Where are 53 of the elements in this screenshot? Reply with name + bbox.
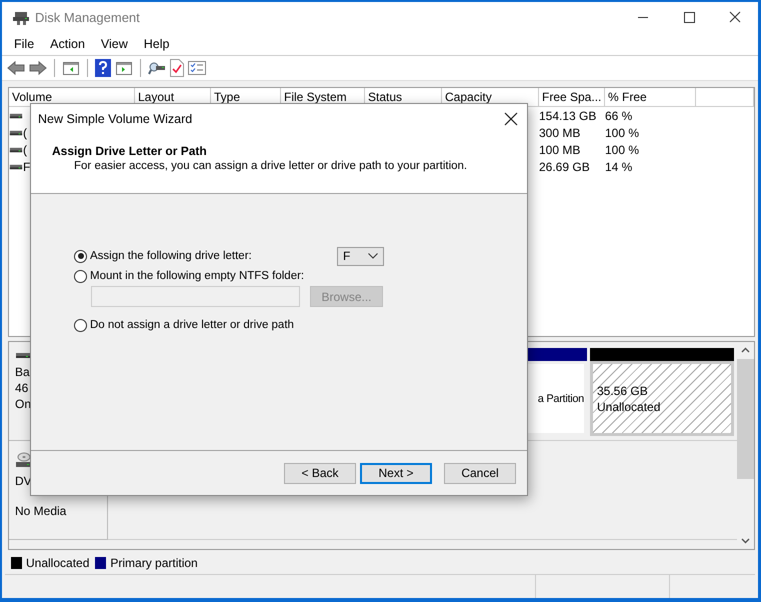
wizard-button[interactable]: Cancel	[444, 462, 516, 484]
drive-icon	[15, 351, 31, 360]
table-cell: 100 MB	[539, 142, 580, 156]
partition-label: Unallocated	[597, 398, 660, 414]
table-cell: 66 %	[605, 108, 632, 122]
table-cell: F	[23, 160, 30, 174]
back-arrow-icon[interactable]	[7, 60, 25, 76]
wizard-button[interactable]: < Back	[284, 462, 356, 484]
column-header[interactable]: % Free	[605, 88, 696, 106]
drive-letter-dropdown[interactable]: F	[337, 246, 384, 266]
table-cell: 300 MB	[539, 126, 580, 140]
drive-icon	[9, 112, 23, 120]
dialog-title: New Simple Volume Wizard	[38, 112, 194, 126]
table-cell: 154.13 GB	[539, 108, 596, 122]
legend-label: Primary partition	[110, 556, 198, 570]
radio-option[interactable]: Do not assign a drive letter or drive path	[74, 318, 337, 332]
disk-label: Ba	[15, 364, 31, 380]
menu-item[interactable]: Help	[136, 37, 178, 51]
window-title: Disk Management	[35, 10, 141, 25]
drive-icon	[9, 146, 23, 154]
table-cell: 100 %	[605, 142, 640, 156]
table-cell: 26.69 GB	[539, 160, 590, 174]
help-icon[interactable]	[95, 59, 111, 77]
table-cell: (	[23, 142, 27, 156]
partition-label: 35.56 GB	[597, 382, 648, 398]
menu-item[interactable]: View	[92, 37, 136, 51]
checklist-icon[interactable]	[188, 60, 206, 76]
table-cell: 100 %	[605, 126, 640, 140]
chevron-down-icon	[368, 253, 378, 259]
checked-document-icon[interactable]	[170, 59, 184, 77]
radio-option[interactable]: Mount in the following empty NTFS folder:	[74, 270, 337, 282]
table-cell: (	[23, 126, 27, 140]
close-icon[interactable]	[504, 112, 518, 126]
column-header[interactable]: Free Spa...	[539, 88, 605, 106]
wizard-button[interactable]: Next >	[360, 462, 432, 484]
forward-arrow-icon[interactable]	[29, 60, 47, 76]
scroll-thumb[interactable]	[737, 359, 754, 479]
console-tree-icon[interactable]	[62, 60, 80, 76]
action-pane-icon[interactable]	[115, 60, 133, 76]
drive-connect-icon[interactable]	[148, 60, 166, 76]
disk-label: 46	[15, 380, 30, 396]
radio-option[interactable]: Assign the following drive letter:	[74, 250, 337, 262]
menu-item[interactable]: File	[6, 37, 42, 51]
page-description: For easier access, you can assign a drive letter or drive path to your partition.	[73, 159, 468, 172]
page-heading: Assign Drive Letter or Path	[51, 143, 208, 158]
partition-box[interactable]: 35.56 GB Unallocated	[590, 361, 734, 436]
menu-item[interactable]: Action	[42, 37, 93, 51]
legend-label: Unallocated	[26, 556, 90, 570]
disk-management-icon	[13, 10, 29, 24]
drive-icon	[9, 162, 23, 170]
table-cell: 14 %	[605, 160, 632, 174]
drive-icon	[9, 128, 23, 136]
disk-label: No Media	[15, 503, 68, 519]
